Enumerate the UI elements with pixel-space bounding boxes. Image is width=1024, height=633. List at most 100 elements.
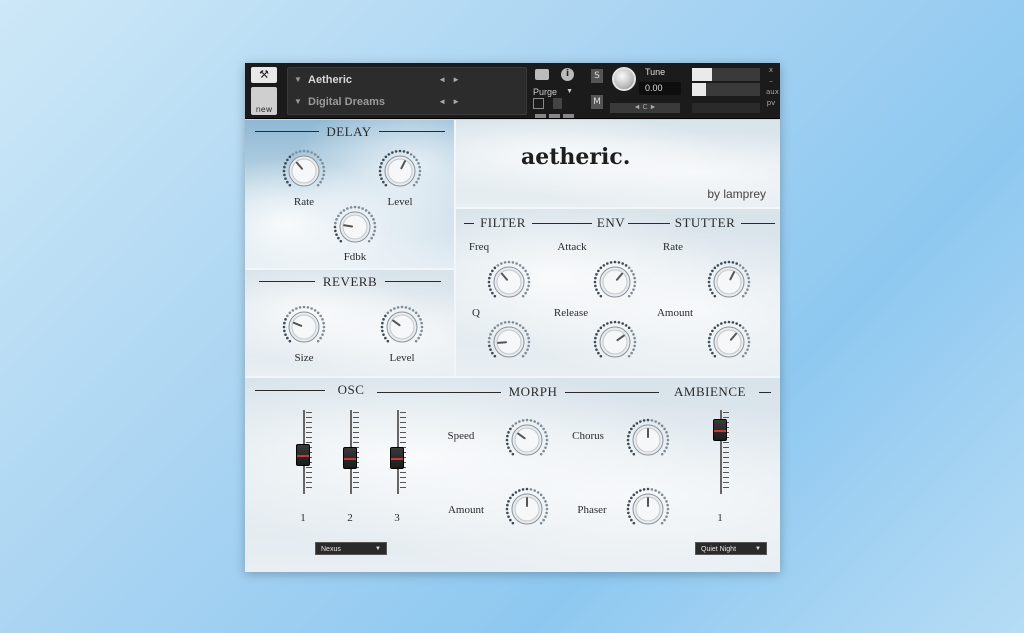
prev-next-icon[interactable]: ◄► — [438, 91, 466, 113]
morph-phaser-knob[interactable] — [625, 486, 671, 532]
new-label: new — [255, 105, 273, 114]
purge-menu[interactable]: Purge ▼ — [533, 85, 575, 99]
reverb-title: REVERB — [322, 274, 378, 289]
title-rule — [255, 390, 325, 391]
filter-title: FILTER — [480, 215, 526, 230]
knob-graphic — [487, 260, 531, 298]
knob-graphic — [282, 149, 326, 187]
delay-fdbk-label: Fdbk — [343, 251, 367, 263]
fader-thumb[interactable] — [296, 444, 310, 467]
env-release-label: Release — [553, 307, 589, 319]
instrument-header: ⚒ new ▼ Aetheric ◄► ▼ Digital Dreams ◄► … — [245, 63, 780, 119]
reverb-size-knob[interactable] — [281, 304, 327, 350]
title-rule — [377, 392, 501, 393]
brand-panel: aetheric. by lamprey — [456, 120, 780, 207]
volume-slider[interactable] — [692, 103, 760, 113]
triangle-down-icon[interactable]: ▼ — [294, 69, 302, 91]
knob-graphic — [593, 320, 637, 358]
snapshot-name-row[interactable]: ▼ Digital Dreams ◄► — [288, 91, 526, 113]
tune-knob[interactable] — [612, 67, 636, 91]
chevron-down-icon: ▼ — [375, 546, 381, 552]
knob-graphic — [282, 305, 326, 343]
panel-divider — [454, 120, 456, 376]
panel-divider — [245, 376, 780, 378]
morph-title: MORPH — [508, 384, 558, 399]
ambience-preset-value: Quiet Night — [701, 546, 737, 553]
morph-amount-label: Amount — [447, 504, 485, 516]
osc-preset-dropdown[interactable]: Nexus ▼ — [315, 542, 387, 555]
title-rule-right — [379, 131, 445, 132]
osc-morph-ambience-panel: OSC MORPH AMBIENCE 1 2 3 Nexus ▼ Speed A… — [245, 378, 780, 572]
fader-thumb[interactable] — [390, 447, 404, 470]
title-rule — [464, 223, 474, 224]
ambience-fader-1-label: 1 — [717, 512, 723, 524]
delay-level-knob[interactable] — [377, 148, 423, 194]
env-title: ENV — [596, 215, 626, 230]
solo-button[interactable]: S — [591, 69, 603, 83]
stutter-amount-label: Amount — [656, 307, 694, 319]
delay-level-label: Level — [387, 196, 413, 208]
ambience-preset-dropdown[interactable]: Quiet Night ▼ — [695, 542, 767, 555]
knob-graphic — [505, 418, 549, 456]
morph-phaser-label: Phaser — [577, 504, 607, 516]
camera-icon[interactable] — [535, 69, 549, 80]
reverb-size-label: Size — [294, 352, 314, 364]
output-buttons[interactable] — [535, 105, 579, 118]
mute-button[interactable]: M — [591, 95, 603, 109]
purge-label: Purge — [533, 87, 558, 97]
knob-graphic — [380, 305, 424, 343]
morph-amount-knob[interactable] — [504, 486, 550, 532]
title-rule — [628, 223, 670, 224]
chevron-down-icon: ▼ — [566, 88, 573, 95]
brand-title: aetheric. — [521, 144, 631, 170]
env-release-knob[interactable] — [592, 319, 638, 365]
info-icon[interactable]: i — [561, 68, 574, 81]
instrument-name-box: ▼ Aetheric ◄► ▼ Digital Dreams ◄► — [287, 67, 562, 115]
filter-freq-knob[interactable] — [486, 259, 532, 305]
osc-fader-1-label: 1 — [300, 512, 306, 524]
stutter-rate-knob[interactable] — [706, 259, 752, 305]
morph-chorus-knob[interactable] — [625, 417, 671, 463]
stutter-amount-knob[interactable] — [706, 319, 752, 365]
delay-title: DELAY — [326, 124, 372, 139]
delay-rate-label: Rate — [293, 196, 315, 208]
title-rule-right — [385, 281, 441, 282]
instrument-name-row[interactable]: ▼ Aetheric ◄► — [288, 69, 526, 91]
osc-fader-2[interactable] — [341, 410, 361, 494]
reverb-level-knob[interactable] — [379, 304, 425, 350]
kontakt-instrument-window: ⚒ new ▼ Aetheric ◄► ▼ Digital Dreams ◄► … — [245, 63, 780, 572]
morph-chorus-label: Chorus — [572, 430, 604, 442]
snapshot-name: Digital Dreams — [308, 96, 386, 108]
fader-thumb[interactable] — [713, 419, 727, 442]
reverb-panel: REVERB Size Level — [245, 270, 454, 376]
osc-fader-1[interactable] — [294, 410, 314, 494]
pan-slider[interactable]: ◄ C ► — [610, 103, 680, 113]
osc-fader-3-label: 3 — [394, 512, 400, 524]
filter-freq-label: Freq — [468, 241, 490, 253]
osc-fader-3[interactable] — [388, 410, 408, 494]
reverb-level-label: Level — [389, 352, 415, 364]
tune-value[interactable]: 0.00 — [639, 82, 681, 95]
aux-controls[interactable]: x – aux pv — [766, 65, 779, 109]
instrument-thumbnail[interactable]: new — [251, 87, 277, 115]
triangle-down-icon[interactable]: ▼ — [294, 91, 302, 113]
chevron-down-icon: ▼ — [755, 546, 761, 552]
osc-preset-value: Nexus — [321, 546, 341, 553]
ambience-fader-1[interactable] — [711, 410, 731, 494]
wrench-icon[interactable]: ⚒ — [251, 67, 277, 83]
morph-speed-knob[interactable] — [504, 417, 550, 463]
title-rule — [565, 392, 659, 393]
tune-label: Tune — [645, 67, 666, 77]
title-rule — [532, 223, 592, 224]
env-attack-knob[interactable] — [592, 259, 638, 305]
volume-meter-left — [692, 68, 760, 81]
stutter-rate-label: Rate — [662, 241, 684, 253]
filter-q-knob[interactable] — [486, 319, 532, 365]
prev-next-icon[interactable]: ◄► — [438, 69, 466, 91]
delay-fdbk-knob[interactable] — [332, 204, 378, 250]
title-rule-left — [255, 131, 319, 132]
panel-divider — [456, 207, 780, 209]
fader-thumb[interactable] — [343, 447, 357, 470]
panel-divider — [245, 268, 454, 270]
delay-rate-knob[interactable] — [281, 148, 327, 194]
